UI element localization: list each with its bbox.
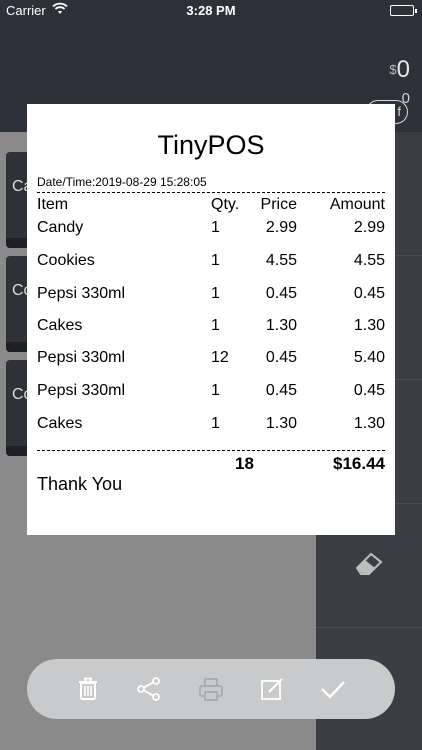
total-display: $0 [389,56,410,84]
edit-icon[interactable] [258,675,286,703]
receipt-row: Cookies 1 4.55 4.55 [37,252,385,274]
status-bar: Carrier 3:28 PM [0,0,422,22]
row-price: 0.45 [265,349,297,366]
row-amount: 4.55 [353,252,385,269]
row-amount: 0.45 [353,285,385,302]
receipt-row: Pepsi 330ml 1 0.45 0.45 [37,382,385,404]
trash-icon[interactable] [74,675,102,703]
receipt-header-row: Item Qty. Price Amount [37,196,385,216]
row-item: Cakes [37,415,83,432]
checkmark-icon[interactable] [319,675,347,703]
status-time: 3:28 PM [186,3,236,18]
total-amount: $16.44 [333,454,385,473]
row-amount: 1.30 [353,415,385,432]
divider [37,450,385,451]
receipt-toolbar [27,659,395,719]
battery-icon [390,5,417,16]
row-price: 0.45 [265,285,297,302]
share-icon[interactable] [135,675,163,703]
row-qty: 1 [211,382,220,399]
eraser-icon[interactable] [353,548,385,581]
row-price: 4.55 [265,252,297,269]
row-item: Cookies [37,252,95,269]
currency-symbol: $ [389,62,397,77]
column-item: Item [37,196,69,213]
row-qty: 12 [211,349,229,366]
total-quantity: 18 [235,454,254,473]
row-price: 1.30 [265,317,297,334]
row-price: 2.99 [265,219,297,236]
row-qty: 1 [211,252,220,269]
row-item: Candy [37,219,84,236]
row-qty: 1 [211,219,220,236]
column-amount: Amount [329,196,385,213]
row-item: Cakes [37,317,83,334]
row-price: 1.30 [265,415,297,432]
receipt-row: Candy 1 2.99 2.99 [37,219,385,241]
receipt-row: Cakes 1 1.30 1.30 [37,317,385,339]
receipt: TinyPOS Date/Time:2019-08-29 15:28:05 It… [27,104,395,535]
receipt-row: Pepsi 330ml 12 0.45 5.40 [37,349,385,371]
divider [37,192,385,193]
row-item: Pepsi 330ml [37,285,126,302]
receipt-row: Pepsi 330ml 1 0.45 0.45 [37,285,385,307]
column-qty: Qty. [211,196,240,213]
row-qty: 1 [211,317,220,334]
row-amount: 0.45 [353,382,385,399]
row-item: Pepsi 330ml [37,349,126,366]
column-price: Price [260,196,297,213]
total-value: 0 [396,56,410,83]
row-amount: 2.99 [353,219,385,236]
row-qty: 1 [211,415,220,432]
print-icon[interactable] [197,675,225,703]
row-price: 0.45 [265,382,297,399]
row-amount: 5.40 [353,349,385,366]
receipt-footer: Thank You [37,474,123,494]
receipt-datetime: Date/Time:2019-08-29 15:28:05 [37,175,207,189]
receipt-title: TinyPOS [157,130,265,160]
row-qty: 1 [211,285,220,302]
receipt-row: Cakes 1 1.30 1.30 [37,415,385,437]
row-item: Pepsi 330ml [37,382,126,399]
row-amount: 1.30 [353,317,385,334]
